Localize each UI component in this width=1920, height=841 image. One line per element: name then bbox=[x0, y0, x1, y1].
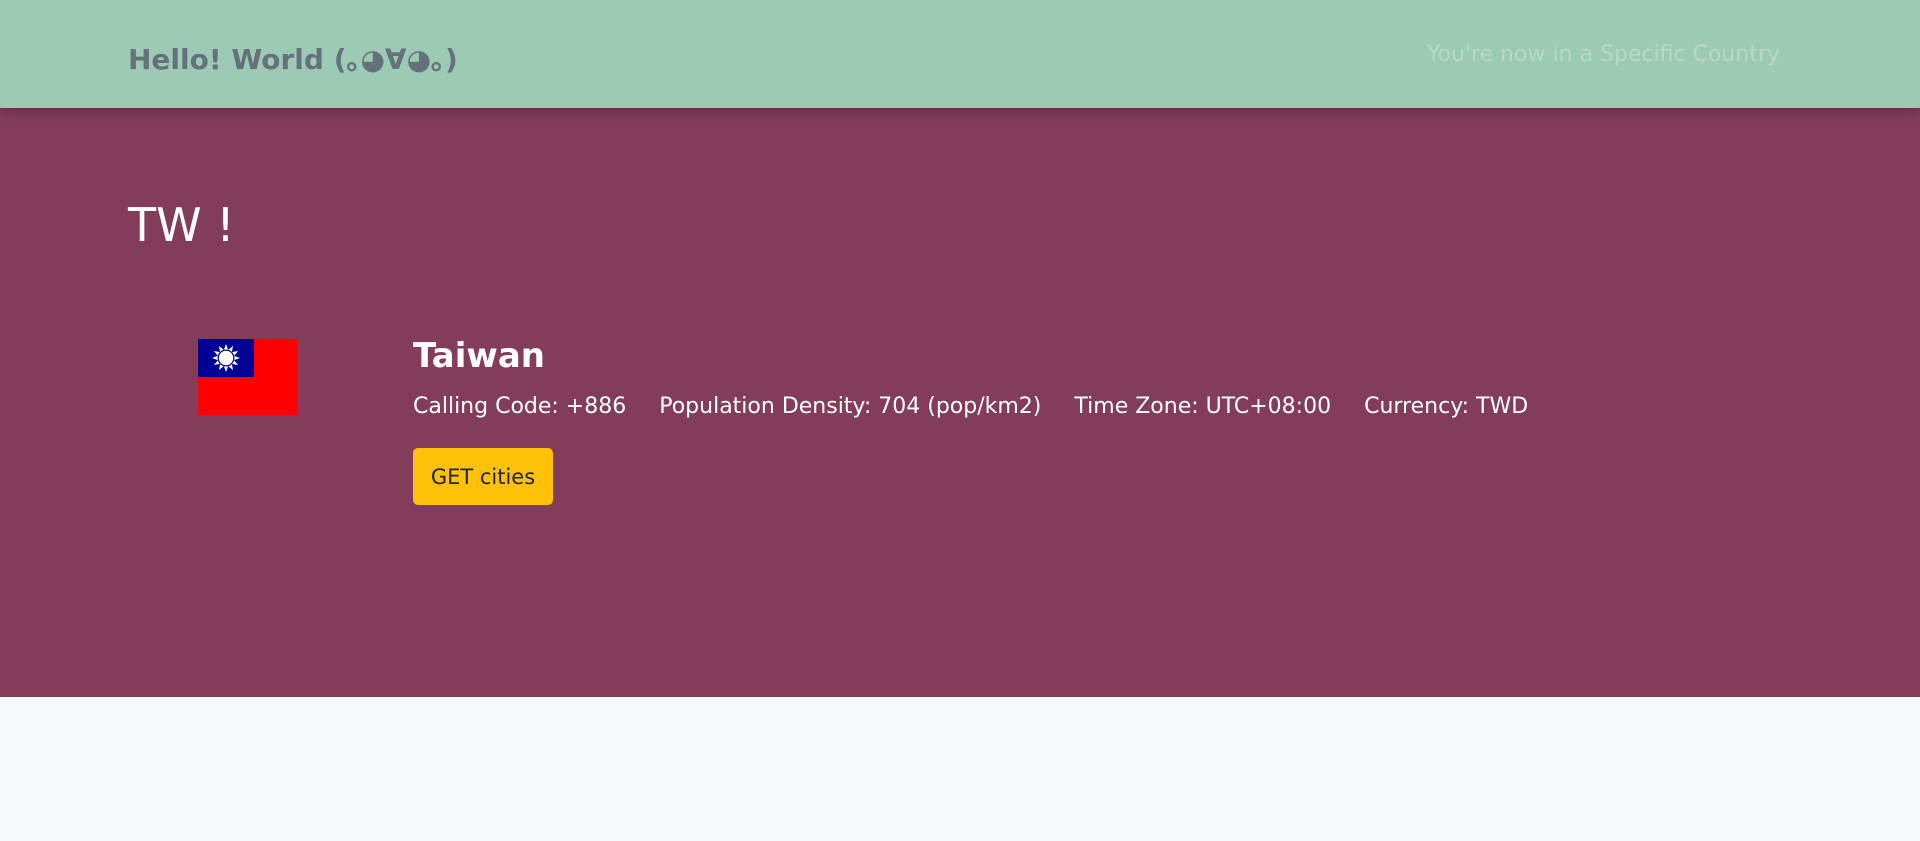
calling-code-text: Calling Code: +886 bbox=[413, 394, 627, 419]
currency-text: Currency: TWD bbox=[1364, 394, 1529, 419]
country-facts: Calling Code: +886 Population Density: 7… bbox=[413, 394, 1528, 419]
taiwan-flag-icon bbox=[198, 339, 298, 415]
population-density-text: Population Density: 704 (pop/km2) bbox=[659, 394, 1042, 419]
get-cities-button[interactable]: GET cities bbox=[413, 448, 553, 505]
flag-canton bbox=[198, 339, 254, 377]
country-name: Taiwan bbox=[413, 336, 545, 376]
top-navbar: Hello! World (｡◕∀◕｡) You're now in a Spe… bbox=[0, 0, 1920, 108]
brand-link[interactable]: Hello! World (｡◕∀◕｡) bbox=[128, 38, 458, 78]
navbar-status-text: You're now in a Specific Country bbox=[1427, 42, 1780, 67]
white-sun-icon bbox=[212, 344, 240, 372]
country-code-heading: TW ! bbox=[128, 198, 235, 252]
country-hero: TW ! Taiwan Calling Code: +886 Populatio… bbox=[0, 108, 1920, 697]
time-zone-text: Time Zone: UTC+08:00 bbox=[1074, 394, 1332, 419]
